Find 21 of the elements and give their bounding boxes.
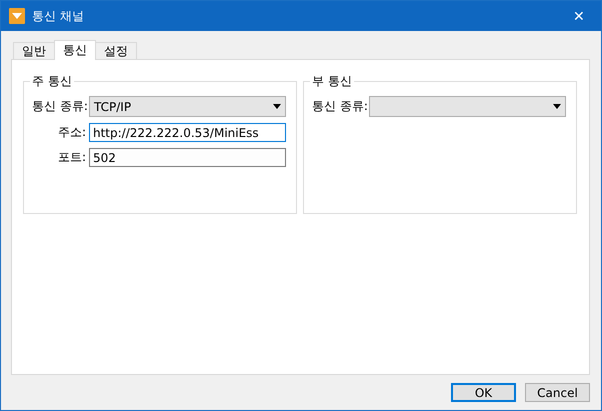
tab[interactable]: 일반 (13, 42, 55, 59)
dropdown-value: TCP/IP (94, 100, 132, 114)
input-field[interactable]: 502 (89, 148, 286, 167)
field-label: 포트: (56, 149, 86, 166)
input-field[interactable]: http://222.222.0.53/MiniEss (89, 123, 286, 142)
app-icon (9, 8, 25, 24)
close-button[interactable]: ✕ (565, 8, 593, 24)
tab[interactable]: 설정 (95, 42, 137, 59)
dropdown-arrow-icon (553, 104, 561, 109)
dropdown-arrow-icon (273, 104, 281, 109)
window-title: 통신 채널 (32, 8, 85, 24)
field-label: 주소: (56, 124, 86, 141)
dialog-button[interactable]: Cancel (525, 383, 590, 402)
dropdown[interactable]: TCP/IP (89, 96, 286, 117)
dialog-button[interactable]: OK (451, 383, 516, 402)
group-title: 주 통신 (31, 73, 73, 90)
field-label: 통신 종류: (32, 98, 86, 115)
tab[interactable]: 통신 (54, 40, 96, 60)
dropdown[interactable] (369, 96, 566, 117)
field-label: 통신 종류: (312, 98, 366, 115)
group-title: 부 통신 (311, 73, 353, 90)
